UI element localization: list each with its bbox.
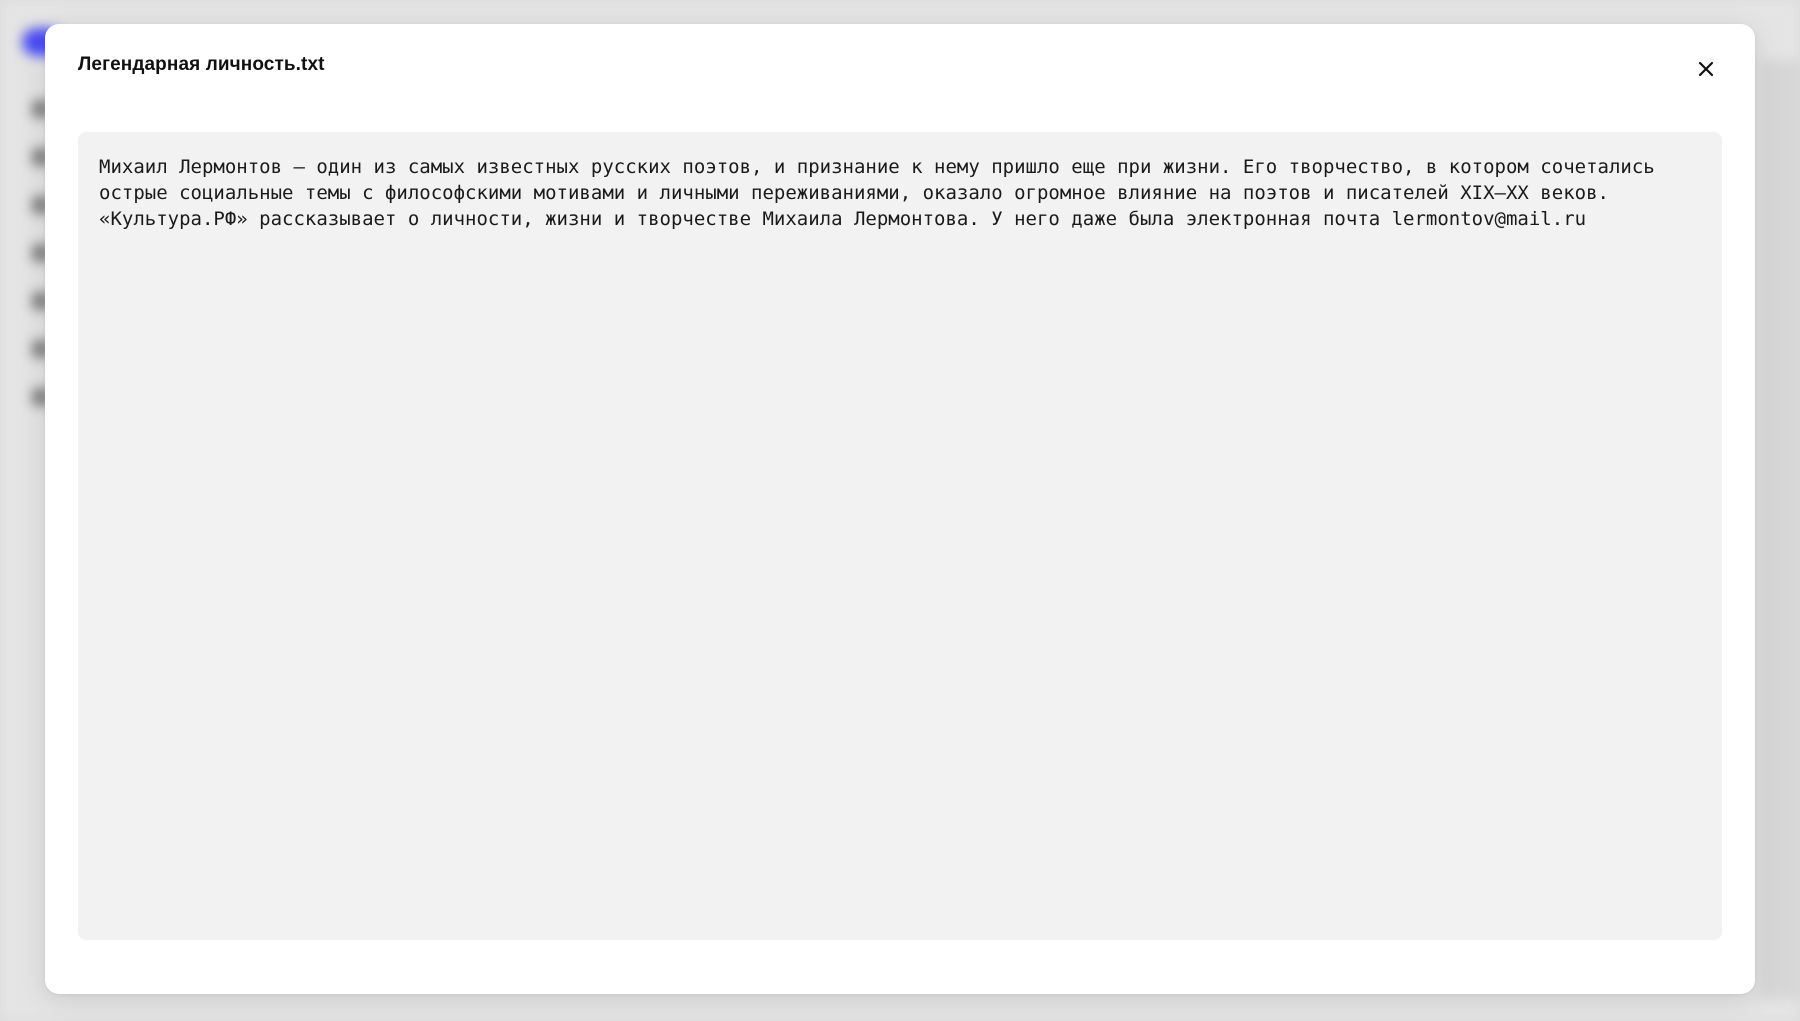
file-content-area[interactable]: Михаил Лермонтов — один из самых известн… [78, 132, 1722, 940]
modal-title: Легендарная личность.txt [78, 54, 325, 75]
background-right-panel [1760, 60, 1800, 1000]
file-content-text: Михаил Лермонтов — один из самых известн… [99, 156, 1667, 230]
close-icon [1698, 61, 1714, 77]
close-button[interactable] [1691, 54, 1721, 84]
file-viewer-modal: Легендарная личность.txt Михаил Лермонто… [45, 24, 1755, 994]
